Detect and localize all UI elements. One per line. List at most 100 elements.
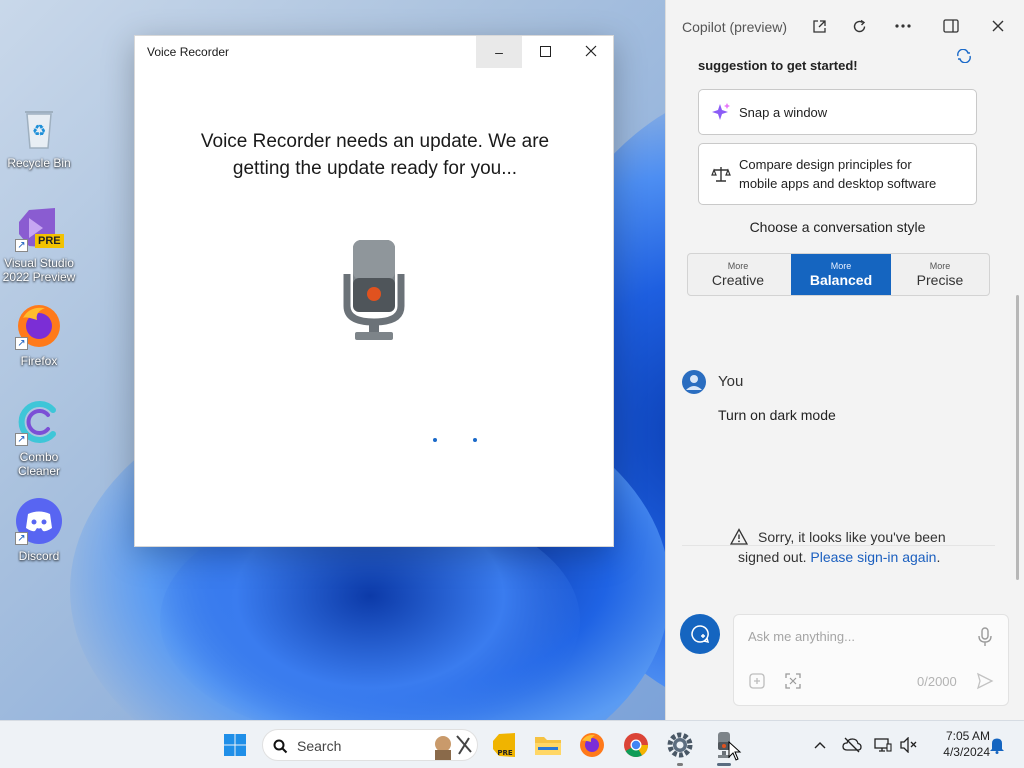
sparkle-icon: [711, 102, 731, 122]
style-name: Precise: [916, 272, 964, 288]
loading-dot: [433, 438, 437, 442]
signed-out-text: Sorry, it looks like you've been: [758, 529, 946, 545]
taskbar-firefox[interactable]: [576, 729, 608, 761]
copilot-title: Copilot (preview): [682, 19, 788, 35]
file-explorer-icon: [535, 737, 561, 755]
loading-dot: [473, 438, 477, 442]
suggestion-snap-window[interactable]: Snap a window: [698, 89, 977, 135]
warning-icon: [729, 528, 749, 546]
dock-panel-button[interactable]: [940, 15, 962, 37]
desktop-icon-firefox[interactable]: ↗ Firefox: [1, 302, 77, 368]
desktop-icon-label: Recycle Bin: [7, 156, 71, 170]
search-placeholder: Search: [297, 738, 342, 754]
combo-cleaner-icon: ↗: [15, 398, 63, 446]
running-indicator: [717, 763, 731, 766]
chat-input-box: 0/2000: [733, 614, 1009, 706]
network-button[interactable]: [873, 735, 893, 755]
taskbar-visual-studio[interactable]: PRE: [489, 729, 521, 761]
style-name: Balanced: [809, 272, 873, 288]
user-message: Turn on dark mode: [718, 407, 836, 423]
suggestion-text: Compare design principles for mobile apps…: [739, 157, 937, 191]
notifications-button[interactable]: [987, 735, 1007, 755]
desktop-icon-label: Combo Cleaner: [17, 450, 61, 478]
search-icon: [273, 739, 288, 754]
chevron-up-icon: [814, 742, 826, 749]
minimize-button[interactable]: –: [476, 36, 522, 68]
taskbar-file-explorer[interactable]: [532, 729, 564, 761]
start-button[interactable]: [219, 729, 251, 761]
volume-muted-icon: [900, 737, 917, 753]
refresh-button[interactable]: [848, 15, 870, 37]
taskbar-chrome[interactable]: [620, 729, 652, 761]
style-precise-button[interactable]: More Precise: [890, 254, 989, 295]
sign-in-link[interactable]: Please sign-in again: [810, 549, 936, 565]
pre-badge: PRE: [35, 234, 64, 248]
network-icon: [874, 738, 892, 752]
close-icon: [992, 20, 1004, 32]
start-icon: [224, 734, 246, 756]
suggestion-text: Snap a window: [739, 105, 828, 120]
shortcut-arrow-icon: ↗: [15, 433, 28, 446]
chat-input[interactable]: [748, 629, 968, 644]
shortcut-arrow-icon: ↗: [15, 337, 28, 350]
send-button[interactable]: [976, 672, 996, 692]
onedrive-button[interactable]: [842, 735, 862, 755]
new-suggestions-button[interactable]: [955, 48, 975, 67]
add-image-button[interactable]: [748, 672, 768, 692]
discord-icon: ↗: [15, 497, 63, 545]
open-in-browser-button[interactable]: [808, 15, 830, 37]
screenshot-icon: [785, 673, 801, 689]
desktop-icon-combo-cleaner[interactable]: ↗ Combo Cleaner: [1, 398, 77, 478]
panel-icon: [943, 19, 959, 33]
desktop-icon-label: Visual Studio 2022 Preview: [2, 256, 76, 284]
maximize-button[interactable]: [522, 36, 568, 68]
copilot-header: Copilot (preview): [666, 0, 1024, 52]
microphone-icon: [343, 238, 405, 342]
firefox-icon: ↗: [15, 302, 63, 350]
more-options-button[interactable]: [892, 15, 914, 37]
microphone-button[interactable]: [977, 627, 993, 647]
settings-icon: [667, 732, 693, 758]
bell-icon: [990, 738, 1004, 754]
style-qualifier: More: [830, 261, 852, 271]
taskbar-clock[interactable]: 7:05 AM 4/3/2024: [924, 728, 990, 760]
user-avatar: [682, 370, 706, 394]
window-titlebar[interactable]: Voice Recorder –: [135, 36, 613, 68]
taskbar-search[interactable]: Search: [262, 729, 478, 761]
copilot-panel: Copilot (preview) suggestion to get star…: [665, 0, 1024, 720]
send-icon: [976, 672, 994, 690]
screenshot-button[interactable]: [784, 672, 804, 692]
desktop-icon-label: Firefox: [20, 354, 58, 368]
maximize-icon: [539, 44, 551, 60]
close-icon: [585, 44, 597, 60]
volume-button[interactable]: [899, 735, 919, 755]
style-creative-button[interactable]: More Creative: [688, 254, 788, 295]
suggestion-compare-design[interactable]: Compare design principles for mobile apps…: [698, 143, 977, 205]
shortcut-arrow-icon: ↗: [15, 239, 28, 252]
minimize-icon: –: [495, 44, 503, 60]
desktop-icon-discord[interactable]: ↗ Discord: [1, 497, 77, 563]
new-topic-button[interactable]: [680, 614, 720, 654]
cycle-icon: [957, 48, 971, 64]
style-qualifier: More: [727, 261, 749, 271]
close-button[interactable]: [568, 36, 614, 68]
add-image-icon: [749, 673, 765, 689]
taskbar: Search PRE 7:05 AM 4/3/2024: [0, 720, 1024, 768]
more-icon: [895, 24, 911, 28]
taskbar-settings[interactable]: [664, 729, 696, 766]
scrollbar[interactable]: [1016, 295, 1019, 580]
style-balanced-button[interactable]: More Balanced: [791, 254, 891, 295]
conversation-style-selector: More Creative More Balanced More Precise: [687, 253, 990, 296]
desktop-icon-visual-studio[interactable]: PRE ↗ Visual Studio 2022 Preview: [1, 204, 77, 284]
signed-out-text-2: signed out. Please sign-in again.: [738, 549, 941, 565]
svg-text:PRE: PRE: [497, 749, 513, 757]
microphone-icon: [978, 627, 992, 646]
clock-date: 4/3/2024: [943, 745, 990, 759]
show-hidden-icons-button[interactable]: [810, 735, 830, 755]
desktop-icon-recycle-bin[interactable]: ♻ Recycle Bin: [1, 104, 77, 170]
new-chat-icon: [691, 625, 710, 644]
open-external-icon: [812, 19, 826, 33]
conversation-style-label: Choose a conversation style: [749, 219, 926, 235]
close-copilot-button[interactable]: [987, 15, 1009, 37]
search-highlight-icon: [431, 732, 473, 760]
